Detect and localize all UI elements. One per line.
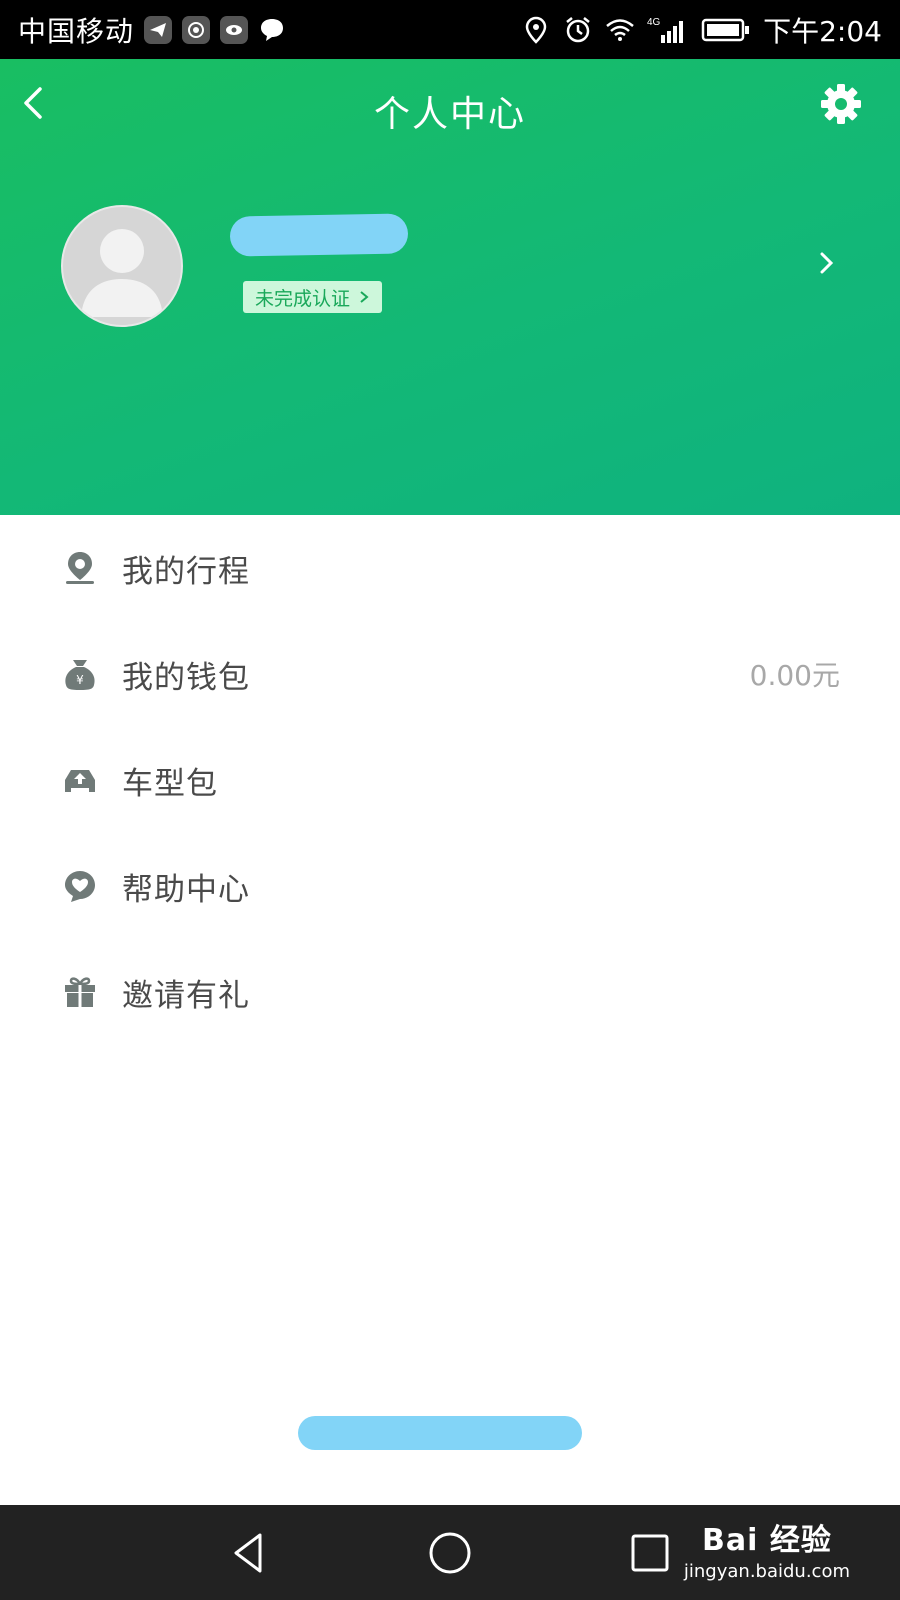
menu-item-label: 我的钱包 [122,659,250,696]
help-heart-icon [62,868,98,904]
nav-home-button[interactable] [426,1529,474,1577]
triangle-back-icon [234,1533,262,1573]
watermark-sub: jingyan.baidu.com [683,1561,850,1582]
money-bag-icon: ¥ [62,656,98,692]
menu-list: 我的行程 ¥ 我的钱包 0.00元 车型包 帮助中心 邀请有礼 [0,515,900,1045]
message-notification-icon [258,16,286,44]
page-title: 个人中心 [373,94,526,135]
avatar[interactable] [61,205,183,327]
square-recents-icon [631,1534,669,1572]
eye-notification-icon [220,15,249,44]
signal-icon: 4G [647,15,689,45]
chevron-right-icon [360,291,369,303]
wifi-icon [605,15,635,45]
profile-detail-arrow[interactable] [812,249,840,277]
nav-recents-button[interactable] [626,1529,674,1577]
username-redacted [229,213,409,257]
circle-home-icon [429,1532,471,1574]
menu-item-car-package[interactable]: 车型包 [0,727,900,833]
settings-button[interactable] [818,81,864,127]
carrier-label: 中国移动 [18,14,135,48]
menu-item-label: 邀请有礼 [122,977,250,1014]
footer-redacted [298,1416,582,1450]
menu-item-trips[interactable]: 我的行程 [0,515,900,621]
menu-item-label: 车型包 [122,765,218,802]
menu-item-label: 我的行程 [122,553,250,590]
gift-icon [62,974,98,1010]
menu-item-help[interactable]: 帮助中心 [0,833,900,939]
status-time: 下午2:04 [763,14,882,48]
network-type-label: 4G [647,17,661,28]
wallet-balance: 0.00元 [749,659,840,692]
chevron-right-icon [820,252,834,274]
svg-text:¥: ¥ [76,673,84,687]
profile-header: 个人中心 未完成认证 [0,59,900,515]
alarm-icon [563,15,593,45]
auth-status-label: 未完成认证 [255,287,351,310]
gear-icon [821,84,861,124]
default-avatar-icon [81,229,163,317]
battery-icon [701,15,751,45]
telegram-notification-icon [144,15,173,44]
status-left: 中国移动 [18,10,286,50]
system-nav-bar: Bai 经验 jingyan.baidu.com [0,1505,900,1600]
menu-item-label: 帮助中心 [122,871,250,908]
car-package-icon [62,762,98,798]
status-right: 4G 下午2:04 [521,10,882,50]
status-bar: 中国移动 4G 下午2:04 [0,0,900,59]
watermark-main: Bai 经验 [702,1523,832,1558]
nav-back-button[interactable] [226,1529,274,1577]
location-pin-icon [62,550,98,586]
auth-status-badge[interactable]: 未完成认证 [243,281,383,313]
baidu-jingyan-watermark: Bai 经验 jingyan.baidu.com [684,1515,850,1582]
menu-item-wallet[interactable]: ¥ 我的钱包 0.00元 [0,621,900,727]
menu-item-invite[interactable]: 邀请有礼 [0,939,900,1045]
app-notification-icon [182,15,211,44]
location-status-icon [521,15,551,45]
